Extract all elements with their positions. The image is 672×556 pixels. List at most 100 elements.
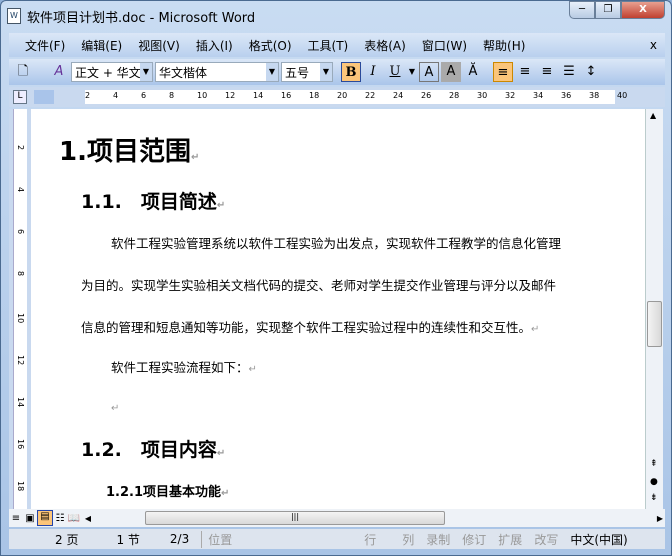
vertical-scrollbar[interactable]: ▲ ⇞ ● ⇟ [645,109,663,509]
scroll-right-icon[interactable]: ▶ [657,514,663,523]
scroll-up-icon[interactable]: ▲ [650,111,656,120]
ruler-tick-label: 24 [393,91,404,100]
outline-view-icon[interactable]: ☷ [53,513,67,524]
menu-file[interactable]: 文件(F) [25,37,65,54]
char-border-icon[interactable]: A [419,62,439,82]
distributed-align-icon[interactable]: ☰ [559,62,579,82]
scroll-left-icon[interactable]: ◀ [81,514,95,523]
menu-insert[interactable]: 插入(I) [196,37,233,54]
justify-align-icon[interactable]: ≡ [493,62,513,82]
paragraph-line: 软件工程实验流程如下：↵ [111,357,257,376]
menu-window[interactable]: 窗口(W) [422,37,467,54]
ruler-tick-label: 16 [281,91,292,100]
italic-button[interactable]: I [363,62,383,82]
browse-object-icon[interactable]: ● [650,477,658,487]
heading-text: 1.2.1项目基本功能 [106,485,222,500]
title-bar: W 软件项目计划书.doc - Microsoft Word ─ ❐ X [1,1,671,31]
paragraph-line: 信息的管理和短息通知等功能，实现整个软件工程实验过程中的连续性和交互性。↵ [81,317,539,336]
previous-page-icon[interactable]: ⇞ [650,459,658,469]
heading-text: 1.1. 项目简述 [81,191,217,213]
right-align-icon[interactable]: ≡ [537,62,557,82]
ruler-tick-label: 18 [309,91,320,100]
empty-paragraph: ↵ [111,399,119,414]
close-button[interactable]: X [621,1,665,19]
ruler-tick-label: 6 [16,229,25,235]
menu-view[interactable]: 视图(V) [138,37,180,54]
char-scale-icon[interactable]: Ă [463,62,483,82]
word-window: W 软件项目计划书.doc - Microsoft Word ─ ❐ X 文件(… [0,0,672,556]
ruler-tick-label: 6 [141,91,147,100]
status-column: 列 [402,532,415,547]
menu-table[interactable]: 表格(A) [364,37,406,54]
paragraph-mark: ↵ [216,448,226,459]
horizontal-ruler[interactable]: L 2 4 6 8 10 12 14 16 18 20 22 24 26 28 30 32 34 36 38 40 [9,87,665,107]
heading-1: 1.项目范围↵ [59,131,199,168]
heading-text: 1.2. 项目内容 [81,439,217,461]
vertical-scroll-thumb[interactable] [647,301,662,347]
style-select[interactable]: 正文 + 华文 ▼ [71,62,153,82]
size-select[interactable]: 五号 ▼ [281,62,333,82]
ruler-tick-label: 2 [16,145,25,151]
styles-icon[interactable]: A [49,62,69,82]
ruler-tick-label: 4 [16,187,25,193]
underline-button[interactable]: U [385,62,405,82]
status-section: 1 节 [116,532,140,547]
status-position: 位置 [201,530,238,548]
status-track-changes[interactable]: 修订 [456,531,492,548]
line-spacing-icon[interactable]: ↕ [581,62,601,82]
status-language[interactable]: 中文(中国) [564,531,633,548]
paragraph-mark: ↵ [531,324,540,335]
minimize-button[interactable]: ─ [569,1,595,19]
tab-selector-icon[interactable]: L [13,90,27,104]
paragraph-mark: ↵ [111,403,120,414]
status-pages: 2/3 [169,532,190,546]
chevron-down-icon: ▼ [320,63,332,81]
chevron-down-icon: ▼ [266,63,278,81]
horizontal-scroll-thumb[interactable]: ||| [145,511,445,525]
font-select[interactable]: 华文楷体 ▼ [155,62,279,82]
chevron-down-icon[interactable]: ▼ [407,62,417,82]
heading-2-content: 1.2. 项目内容↵ [81,435,225,462]
menu-bar: 文件(F) 编辑(E) 视图(V) 插入(I) 格式(O) 工具(T) 表格(A… [9,33,665,57]
next-page-icon[interactable]: ⇟ [650,493,658,503]
chevron-down-icon: ▼ [140,63,152,81]
ruler-tick-label: 12 [225,91,236,100]
bold-button[interactable]: B [341,62,361,82]
menu-help[interactable]: 帮助(H) [483,37,525,54]
document-area[interactable]: 2 4 6 8 10 12 14 16 18 1.项目范围↵ 1.1. 项目简述↵ 软件工程实验… [9,109,645,509]
ruler-tick-label: 30 [477,91,488,100]
menu-edit[interactable]: 编辑(E) [81,37,122,54]
normal-view-icon[interactable]: ≡ [9,513,23,524]
paragraph-mark: ↵ [248,364,257,375]
print-view-icon[interactable]: ▤ [37,510,53,526]
web-view-icon[interactable]: ▣ [23,513,37,524]
document-page[interactable]: 1.项目范围↵ 1.1. 项目简述↵ 软件工程实验管理系统以软件工程实验为出发点… [31,109,645,509]
heading-2-overview: 1.1. 项目简述↵ [81,187,225,214]
status-extend[interactable]: 扩展 [492,531,528,548]
close-document-button[interactable]: x [650,38,657,52]
status-overtype[interactable]: 改写 [528,531,564,548]
ruler-tick-label: 20 [337,91,348,100]
char-shading-icon[interactable]: A [441,62,461,82]
window-title: 软件项目计划书.doc - Microsoft Word [27,10,256,26]
ruler-tick-label: 28 [449,91,460,100]
status-line: 行 [364,532,377,547]
heading-text: 1.项目范围 [59,137,191,167]
ruler-tick-label: 40 [617,91,628,100]
ruler-tick-label: 14 [16,397,25,408]
paragraph-mark: ↵ [216,200,226,211]
new-document-icon[interactable]: 🗋 [13,62,33,82]
ruler-tick-label: 32 [505,91,516,100]
restore-button[interactable]: ❐ [595,1,621,19]
reading-view-icon[interactable]: 📖 [67,513,81,524]
menu-format[interactable]: 格式(O) [249,37,292,54]
status-page: 2 页 [55,532,79,547]
ruler-tick-label: 38 [589,91,600,100]
status-record[interactable]: 录制 [420,531,456,548]
menu-tools[interactable]: 工具(T) [308,37,349,54]
vertical-ruler: 2 4 6 8 10 12 14 16 18 [9,109,31,509]
word-doc-icon: W [7,8,21,24]
ruler-tick-label: 14 [253,91,264,100]
ruler-tick-label: 4 [113,91,119,100]
center-align-icon[interactable]: ≡ [515,62,535,82]
